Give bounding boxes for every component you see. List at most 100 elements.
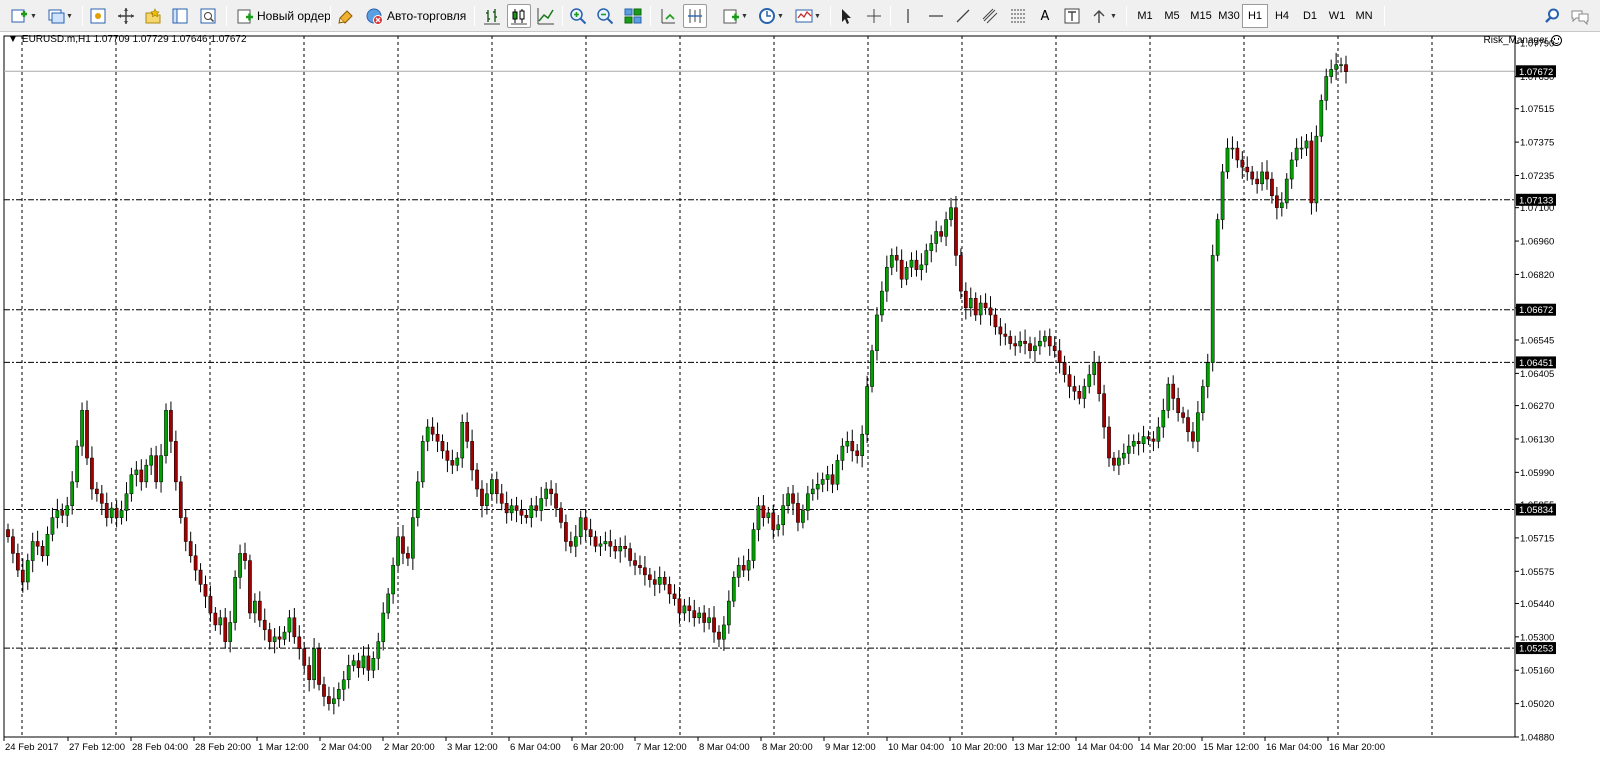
tf-h1-button[interactable]: H1 [1242, 4, 1268, 28]
candle-body [95, 488, 99, 495]
candle-body [228, 622, 233, 642]
cursor-button[interactable] [834, 4, 858, 28]
bar-chart-button[interactable] [480, 4, 504, 28]
vertical-line-button[interactable] [896, 4, 920, 28]
candlestick-chart[interactable]: 1.077901.076501.075151.073751.072351.071… [0, 32, 1600, 775]
navigator-button[interactable] [141, 4, 165, 28]
candle-body [682, 605, 687, 614]
candle-body [613, 546, 618, 552]
candle-body [583, 517, 588, 530]
periods-button[interactable]: ▼ [754, 4, 788, 28]
time-tick-label: 28 Feb 04:00 [132, 742, 188, 753]
new-order-label: Новый ордер [257, 9, 331, 23]
chart-menu-caret-icon[interactable]: ▼ [8, 34, 18, 45]
candle-body [756, 505, 761, 530]
tf-m5-button[interactable]: M5 [1159, 4, 1185, 28]
price-tick-label: 1.07515 [1520, 104, 1554, 115]
chat-button[interactable] [1568, 4, 1592, 28]
price-tick-label: 1.07375 [1520, 138, 1554, 149]
indicators-button[interactable]: ▼ [718, 4, 752, 28]
text-button[interactable]: A [1033, 4, 1057, 28]
candle-body [272, 636, 277, 642]
terminal-button[interactable] [168, 4, 192, 28]
time-tick-label: 2 Mar 04:00 [321, 742, 372, 753]
candle-body [60, 510, 65, 516]
tf-m30-button[interactable]: M30 [1214, 4, 1244, 28]
time-tick-label: 10 Mar 20:00 [951, 742, 1007, 753]
metaeditor-button[interactable] [334, 4, 358, 28]
candle-body [623, 546, 628, 549]
candle-body [914, 259, 919, 270]
candle-body [183, 517, 188, 542]
profiles-icon [48, 9, 65, 24]
candle-body [1057, 350, 1062, 363]
arrows-button[interactable]: ▼ [1088, 4, 1120, 28]
auto-trading-label: Авто-торговля [387, 9, 467, 23]
candle-body [899, 259, 904, 280]
candle-body [85, 410, 89, 459]
new-order-button[interactable]: Новый ордер [232, 4, 335, 28]
data-window-button[interactable] [114, 4, 138, 28]
crosshair-move-icon [118, 8, 134, 24]
candle-body [396, 536, 400, 566]
tf-m1-button[interactable]: M1 [1132, 4, 1158, 28]
candle-body [178, 481, 183, 518]
profiles-button[interactable]: ▼ [44, 4, 76, 28]
templates-button[interactable]: ▼ [791, 4, 825, 28]
search-icon [1545, 8, 1559, 23]
candle-body [341, 679, 346, 690]
zoom-in-button[interactable] [566, 4, 590, 28]
new-chart-button[interactable]: ▼ [8, 4, 40, 28]
candle-body [11, 536, 15, 554]
chart-window[interactable]: 1.07790 1.07650 1.07515 1.07375 1.07235 1.071… [0, 32, 1600, 775]
candle-body [1018, 340, 1022, 347]
candle-body [657, 576, 662, 585]
text-label-button[interactable] [1060, 4, 1084, 28]
strategy-tester-button[interactable] [196, 4, 220, 28]
candle-body [104, 503, 109, 518]
candle-body [722, 624, 726, 640]
channel-icon [982, 8, 998, 24]
equidistant-channel-button[interactable] [978, 4, 1002, 28]
time-tick-label: 24 Feb 2017 [5, 742, 58, 753]
crosshair-button[interactable] [862, 4, 886, 28]
expert-advisor-label[interactable]: Risk_Manager [1484, 35, 1562, 46]
candle-body [504, 503, 509, 514]
market-watch-button[interactable] [86, 4, 110, 28]
candle-body [702, 612, 707, 623]
zoom-out-button[interactable] [593, 4, 617, 28]
candle-body [401, 536, 405, 554]
candle-body [1112, 457, 1116, 466]
candle-body [1102, 393, 1106, 428]
candle-body [959, 255, 963, 292]
tf-m15-button[interactable]: M15 [1186, 4, 1216, 28]
tf-d1-button[interactable]: D1 [1297, 4, 1323, 28]
chart-shift-button[interactable] [683, 4, 707, 28]
smiley-icon [1551, 35, 1562, 46]
candle-body [1082, 386, 1087, 399]
search-button[interactable] [1540, 4, 1564, 28]
candlestick-chart-button[interactable] [507, 4, 531, 28]
candle-body [1265, 171, 1269, 180]
tf-w1-button[interactable]: W1 [1324, 4, 1350, 28]
auto-trading-button[interactable]: Авто-торговля [360, 4, 470, 28]
candle-body [588, 529, 593, 537]
trendline-button[interactable] [951, 4, 975, 28]
tf-mn-button[interactable]: MN [1351, 4, 1377, 28]
candle-body [1289, 159, 1294, 180]
auto-scroll-button[interactable] [656, 4, 680, 28]
clock-icon [759, 8, 776, 24]
tile-windows-button[interactable] [621, 4, 645, 28]
time-tick-label: 9 Mar 12:00 [825, 742, 876, 753]
time-tick-label: 6 Mar 04:00 [510, 742, 561, 753]
metaeditor-icon [338, 10, 353, 24]
line-chart-button[interactable] [534, 4, 558, 28]
time-tick-label: 27 Feb 12:00 [69, 742, 125, 753]
auto-scroll-icon [661, 9, 675, 24]
horizontal-line-button[interactable] [924, 4, 948, 28]
candle-body [820, 479, 825, 485]
fibonacci-button[interactable] [1006, 4, 1030, 28]
candle-body [1215, 219, 1220, 256]
candle-body [1181, 412, 1185, 418]
tf-h4-button[interactable]: H4 [1269, 4, 1295, 28]
